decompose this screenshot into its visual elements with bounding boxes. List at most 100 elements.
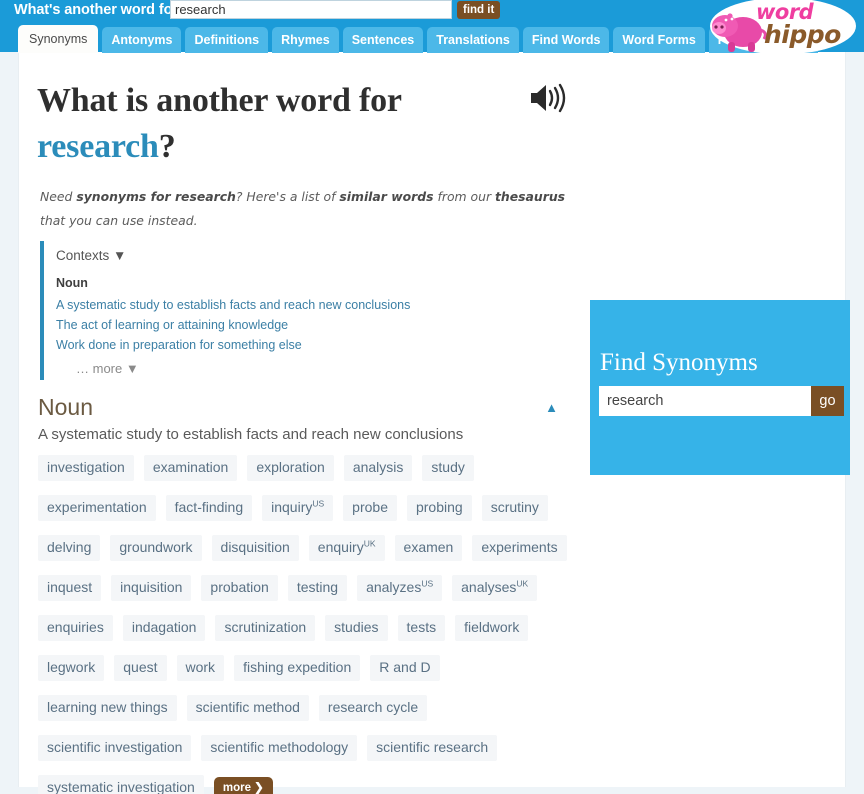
synonym-chip[interactable]: analyzesUS [357,575,443,601]
synonym-chip[interactable]: fishing expedition [234,655,361,681]
synonym-chip[interactable]: tests [397,615,446,641]
synonym-chip[interactable]: exploration [247,455,334,481]
synonym-chip[interactable]: examination [143,455,238,481]
synonym-chip-row: learning new things scientific method rese… [38,695,578,721]
page-title-prefix: What is another word for [37,82,402,119]
synonym-chip[interactable]: scientific methodology [201,735,358,761]
synonym-chip[interactable]: work [176,655,225,681]
intro-part-3: similar words [339,189,434,204]
synonym-chip[interactable]: probing [406,495,472,521]
synonym-chip[interactable]: R and D [370,655,440,681]
synonym-chip[interactable]: enquiryUK [308,535,385,561]
pos-section-header: Noun ▲ [38,392,568,422]
region-marker: US [312,498,325,509]
synonym-chip[interactable]: study [422,455,474,481]
chevron-down-icon-more: ▼ [125,361,139,376]
wordhippo-logo[interactable]: word hippo [698,0,858,56]
synonym-chip[interactable]: examen [394,535,463,561]
synonym-chip[interactable]: disquisition [211,535,299,561]
tab-word-forms[interactable]: Word Forms [613,27,705,53]
logo-hippo-text: hippo [764,20,841,49]
synonym-chip[interactable]: enquiries [38,615,113,641]
tab-rhymes[interactable]: Rhymes [272,27,339,53]
more-synonyms-button[interactable]: more ❯ [213,776,273,794]
synonym-chip[interactable]: experiments [472,535,567,561]
synonym-chip[interactable]: experimentation [38,495,156,521]
collapse-section-icon[interactable]: ▲ [545,400,558,415]
synonym-chip[interactable]: analysesUK [452,575,538,601]
synonym-chip[interactable]: inquisition [111,575,192,601]
pos-section-name: Noun [38,394,93,420]
context-link-0[interactable]: A systematic study to establish facts an… [56,295,540,315]
find-synonyms-box: Find Synonyms go [590,300,850,475]
tab-definitions[interactable]: Definitions [185,27,269,53]
find-synonyms-input[interactable] [599,386,811,416]
contexts-pos-label: Noun [56,276,88,290]
contexts-more-label: … more [76,361,123,376]
synonym-chip-row: legwork quest work fishing expedition R and … [38,655,578,681]
intro-part-2: ? Here's a list of [235,189,340,204]
tab-translations[interactable]: Translations [427,27,519,53]
synonym-chip[interactable]: scientific method [186,695,309,721]
synonym-chip[interactable]: research cycle [318,695,428,721]
find-synonyms-go-button[interactable]: go [811,386,844,416]
top-header-bar: What's another word for find it Synonyms… [0,0,864,54]
synonym-chip[interactable]: systematic investigation [38,775,204,794]
synonym-chip[interactable]: scrutinization [215,615,316,641]
synonym-chip-list: investigation examination exploration analy… [38,455,578,794]
synonym-chip[interactable]: scrutiny [481,495,548,521]
contexts-box: Contexts ▼ Noun A systematic study to es… [40,241,540,380]
synonym-chip[interactable]: scientific investigation [38,735,192,761]
find-it-button[interactable]: find it [457,1,501,19]
synonym-chip[interactable]: delving [38,535,101,561]
synonym-chip[interactable]: probe [343,495,397,521]
chevron-down-icon: ▼ [113,248,127,263]
synonym-chip[interactable]: analysis [343,455,413,481]
tab-antonyms[interactable]: Antonyms [102,27,182,53]
synonym-chip[interactable]: studies [325,615,388,641]
header-search-input[interactable] [170,0,452,19]
synonym-chip-row: scientific investigation scientific metho… [38,735,578,761]
tab-sentences[interactable]: Sentences [342,27,424,53]
synonym-chip[interactable]: groundwork [110,535,202,561]
synonym-chip[interactable]: scientific research [367,735,498,761]
context-link-2[interactable]: Work done in preparation for something e… [56,335,540,355]
region-marker: UK [363,538,376,549]
speaker-icon[interactable] [529,82,569,114]
intro-part-6: that you can use instead. [40,213,198,228]
synonym-chip-row: delving groundwork disquisition enquiryUK ex… [38,535,578,561]
synonym-chip-row: investigation examination exploration analy… [38,455,578,481]
contexts-toggle[interactable]: Contexts ▼ [56,245,540,267]
find-synonyms-title: Find Synonyms [600,349,758,376]
contexts-more-toggle[interactable]: … more ▼ [76,361,540,376]
synonym-chip[interactable]: inquiryUS [262,495,334,521]
intro-part-1: synonyms for research [76,189,236,204]
synonym-chip-row: systematic investigation more ❯ [38,775,578,794]
page-title: What is another word for research? [37,78,402,170]
intro-part-0: Need [40,189,77,204]
pos-section-definition: A systematic study to establish facts an… [38,426,464,443]
tab-find-words[interactable]: Find Words [522,27,610,53]
synonym-chip[interactable]: learning new things [38,695,177,721]
intro-paragraph: Need synonyms for research? Here's a lis… [40,185,575,233]
synonym-chip[interactable]: legwork [38,655,105,681]
contexts-title-label: Contexts [56,248,110,263]
intro-part-4: from our [433,189,495,204]
synonym-chip-row: experimentation fact-finding inquiryUS prob… [38,495,578,521]
synonym-chip[interactable]: quest [114,655,167,681]
synonym-chip[interactable]: indagation [122,615,206,641]
intro-part-5: thesaurus [495,189,566,204]
tab-synonyms[interactable]: Synonyms [18,25,99,53]
page-title-term: research [37,128,159,165]
synonym-chip-row: inquest inquisition probation testing analyz… [38,575,578,601]
synonym-chip[interactable]: testing [287,575,348,601]
synonym-chip-row: enquiries indagation scrutinization studies… [38,615,578,641]
synonym-chip[interactable]: inquest [38,575,102,601]
synonym-chip[interactable]: fieldwork [455,615,529,641]
page-title-suffix: ? [158,128,176,165]
synonym-chip[interactable]: probation [201,575,278,601]
synonym-chip[interactable]: fact-finding [165,495,253,521]
page-root: What's another word for find it Synonyms… [0,0,864,794]
context-link-1[interactable]: The act of learning or attaining knowled… [56,315,540,335]
synonym-chip[interactable]: investigation [38,455,134,481]
